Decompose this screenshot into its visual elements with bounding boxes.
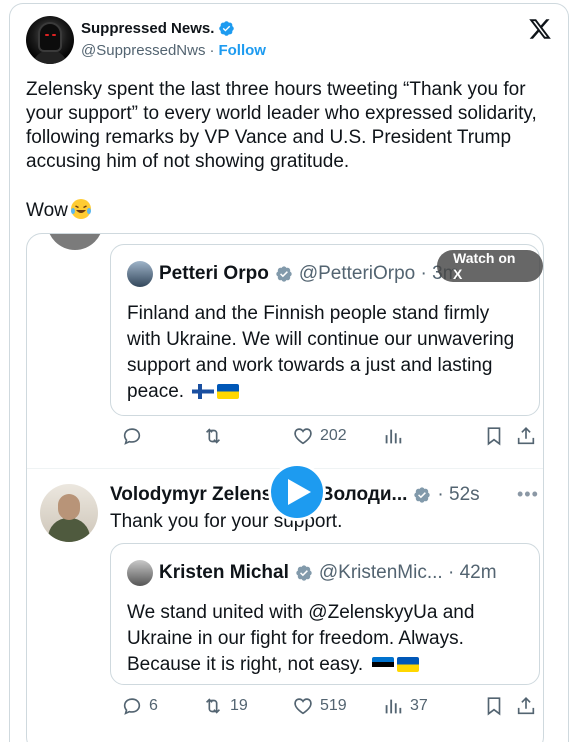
like-icon [294,428,312,445]
share-icon [517,697,535,715]
reply-icon [123,428,141,445]
bookmark-button[interactable] [483,694,505,718]
bookmark-button[interactable] [483,424,505,448]
quoted-author-name: Kristen Michal [159,562,289,583]
quoted-post-header: Petteri Orpo @PetteriOrpo · 3m [127,261,459,287]
quoted-author-handle: @PetteriOrpo · 3m [298,263,459,284]
repost-button[interactable]: 19 [202,694,248,718]
post-text-end: Wow [26,198,93,223]
author-display-name[interactable]: Suppressed News. [81,20,214,37]
share-button[interactable] [515,694,537,718]
verified-badge-icon [414,487,431,503]
x-logo-icon[interactable] [528,17,552,41]
ukraine-flag-icon [396,657,419,672]
estonia-flag-icon [371,657,394,672]
embedded-video[interactable]: Petteri Orpo @PetteriOrpo · 3m Finland a… [26,233,544,742]
bookmark-icon [487,697,501,716]
reply-icon [123,698,141,715]
quoted-author-avatar [127,560,153,586]
views-icon [385,429,402,444]
views-icon [385,699,402,714]
author-handle-row: @SuppressedNws · Follow [81,42,266,59]
views-button[interactable] [382,424,410,448]
post-text-wow: Wow [26,200,68,221]
action-bar-2: 6 19 519 37 [27,694,543,724]
reply-count: 6 [149,697,158,714]
ukraine-flag-icon [217,384,240,399]
watch-on-x-button[interactable]: Watch on X [437,250,543,282]
reply-button[interactable] [121,424,149,448]
quoted-author-avatar [127,261,153,287]
quoted-author-handle: @KristenMic... · 42m [318,562,497,583]
quoted-post-michal[interactable]: Kristen Michal @KristenMic... · 42m We s… [110,543,540,685]
like-button[interactable]: 519 [292,694,347,718]
quoted-author-name: Petteri Orpo [159,263,269,284]
quoted-post-body: We stand united with @ZelenskyyUa and Uk… [127,600,527,678]
play-icon [288,479,311,505]
verified-badge-icon [296,565,312,581]
quoted-post-text: Finland and the Finnish people stand fir… [127,303,515,402]
laughing-emoji-icon [70,199,91,219]
like-icon [294,698,312,715]
author-name-row: Suppressed News. [81,20,235,37]
verified-badge-icon [219,21,235,36]
repost-icon [205,698,221,714]
more-options-icon[interactable]: ••• [517,484,539,505]
finland-flag-icon [192,384,215,399]
quoted-post-header: Kristen Michal @KristenMic... · 42m [127,560,497,586]
quoted-post-text: We stand united with @ZelenskyyUa and Uk… [127,602,475,675]
verified-badge-icon [276,266,292,282]
play-button[interactable] [268,463,326,521]
zelensky-avatar[interactable] [40,484,98,542]
reply-time: · 52s [437,484,480,505]
share-button[interactable] [515,424,537,448]
bookmark-icon [487,427,501,446]
post-card[interactable]: Suppressed News. @SuppressedNws · Follow… [9,3,569,742]
share-icon [517,427,535,445]
post-text: Zelensky spent the last three hours twee… [26,79,537,172]
separator: · [209,42,215,59]
like-button[interactable]: 202 [292,424,347,448]
views-count: 37 [410,697,428,714]
views-button[interactable]: 37 [382,694,428,718]
quoted-post-body: Finland and the Finnish people stand fir… [127,301,527,405]
repost-button[interactable] [202,424,230,448]
like-count: 202 [320,427,347,444]
repost-icon [205,428,221,444]
like-count: 519 [320,697,347,714]
repost-count: 19 [230,697,248,714]
reply-author-name: Volodymyr Zelenskyy / Володи... [110,484,408,505]
author-handle[interactable]: @SuppressedNws [81,42,205,59]
action-bar-1: 202 [27,424,543,454]
previous-post-avatar [47,234,103,250]
follow-button[interactable]: Follow [218,42,266,59]
reply-button[interactable]: 6 [121,694,158,718]
author-avatar[interactable] [26,16,74,64]
